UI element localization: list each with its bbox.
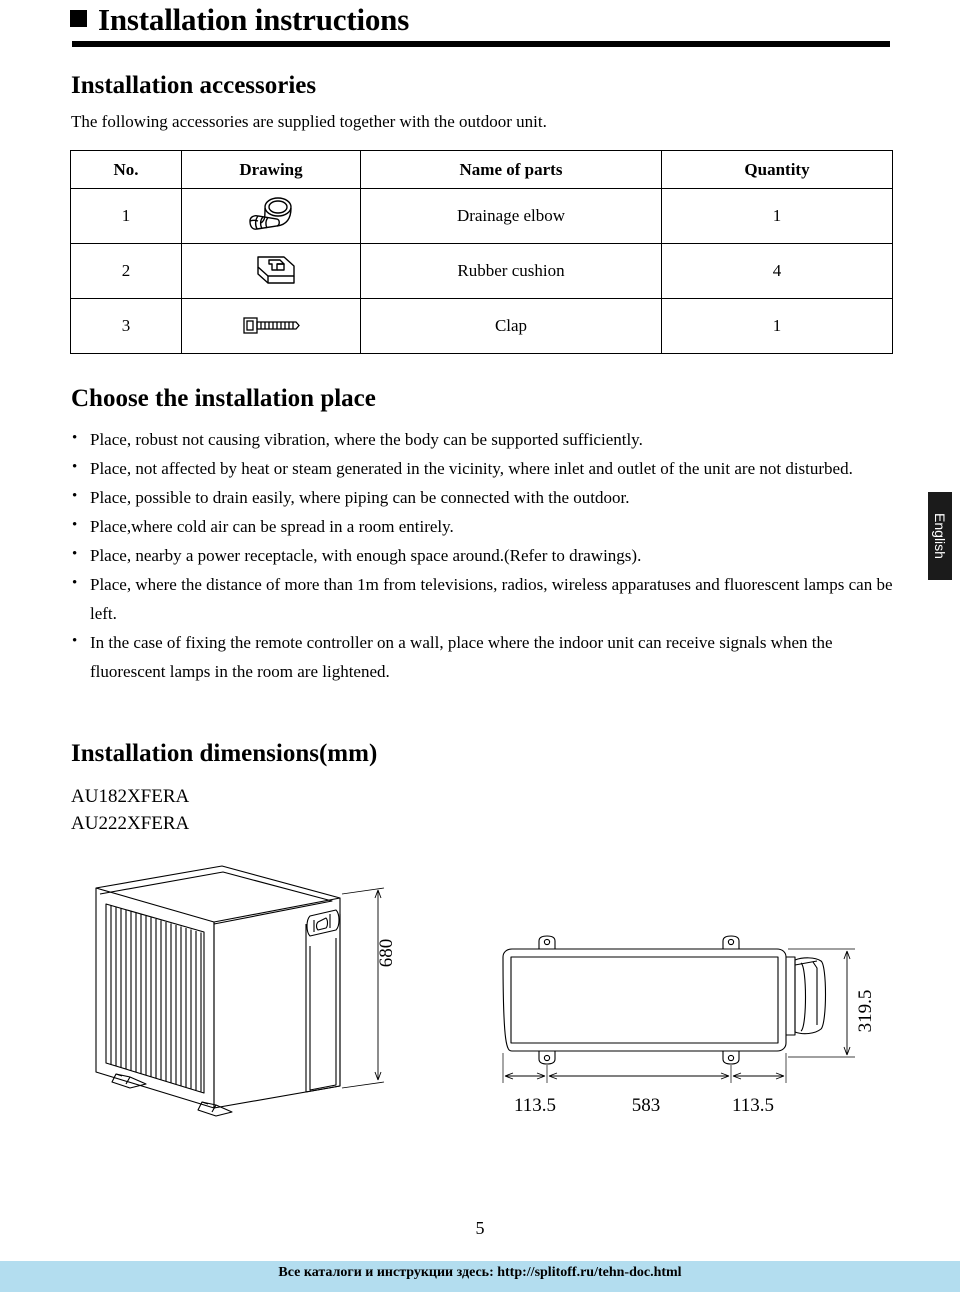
accessories-table: No. Drawing Name of parts Quantity 1 Dra…	[70, 150, 893, 354]
cell-name: Clap	[360, 298, 662, 354]
outdoor-unit-top-view-drawing	[495, 935, 885, 1100]
section-heading-choose-place: Choose the installation place	[71, 385, 376, 412]
list-item: Place, nearby a power receptacle, with e…	[70, 540, 895, 570]
page-number: 5	[475, 1218, 485, 1238]
cell-name: Rubber cushion	[360, 243, 662, 299]
outdoor-unit-isometric-drawing	[74, 858, 404, 1128]
footer-banner-text: Все каталоги и инструкции здесь: http://…	[278, 1265, 682, 1280]
column-header-name: Name of parts	[360, 150, 662, 189]
page-title: Installation instructions	[70, 2, 409, 38]
cell-quantity: 1	[661, 298, 893, 354]
accessories-intro-text: The following accessories are supplied t…	[71, 112, 547, 131]
rubber-cushion-icon	[181, 243, 361, 299]
table-row: 2 Rubber cushion 4	[70, 243, 893, 299]
column-header-quantity: Quantity	[661, 150, 893, 189]
list-item: Place, where the distance of more than 1…	[70, 569, 895, 628]
model-number-1: AU182XFERA	[71, 786, 190, 807]
drainage-elbow-icon	[181, 188, 361, 244]
cell-no: 1	[70, 188, 182, 244]
cell-no: 3	[70, 298, 182, 354]
page-title-text: Installation instructions	[98, 2, 410, 37]
black-square-bullet-icon	[70, 10, 87, 27]
list-item: Place, not affected by heat or steam gen…	[70, 453, 895, 483]
language-tab-english: English	[928, 492, 952, 580]
model-number-2: AU222XFERA	[71, 813, 190, 834]
dimension-label-width-left-113-5: 113.5	[513, 1095, 557, 1116]
table-row: 3 Clap 1	[70, 298, 893, 354]
section-heading-accessories: Installation accessories	[71, 72, 317, 99]
column-header-drawing: Drawing	[181, 150, 361, 189]
cell-quantity: 4	[661, 243, 893, 299]
dimension-label-height-680: 680	[376, 938, 397, 968]
clap-clamp-icon	[181, 298, 361, 354]
installation-place-bullet-list: Place, robust not causing vibration, whe…	[70, 424, 895, 686]
list-item: Place, robust not causing vibration, whe…	[70, 424, 895, 454]
list-item: In the case of fixing the remote control…	[70, 627, 895, 686]
list-item: Place,where cold air can be spread in a …	[70, 511, 895, 541]
cell-quantity: 1	[661, 188, 893, 244]
dimension-label-width-right-113-5: 113.5	[731, 1095, 775, 1116]
document-page: Installation instructions Installation a…	[0, 0, 960, 1292]
column-header-no: No.	[70, 150, 182, 189]
section-heading-dimensions: Installation dimensions(mm)	[71, 740, 378, 767]
list-item: Place, possible to drain easily, where p…	[70, 482, 895, 512]
header-divider	[72, 41, 890, 47]
footer-banner: Все каталоги и инструкции здесь: http://…	[0, 1261, 960, 1292]
cell-name: Drainage elbow	[360, 188, 662, 244]
table-row: 1 Drainage elbow 1	[70, 188, 893, 244]
table-header-row: No. Drawing Name of parts Quantity	[70, 150, 893, 189]
language-tab-label: English	[932, 513, 948, 559]
dimension-label-depth-319-5: 319.5	[855, 989, 876, 1033]
cell-no: 2	[70, 243, 182, 299]
dimension-label-width-center-583: 583	[631, 1095, 661, 1116]
